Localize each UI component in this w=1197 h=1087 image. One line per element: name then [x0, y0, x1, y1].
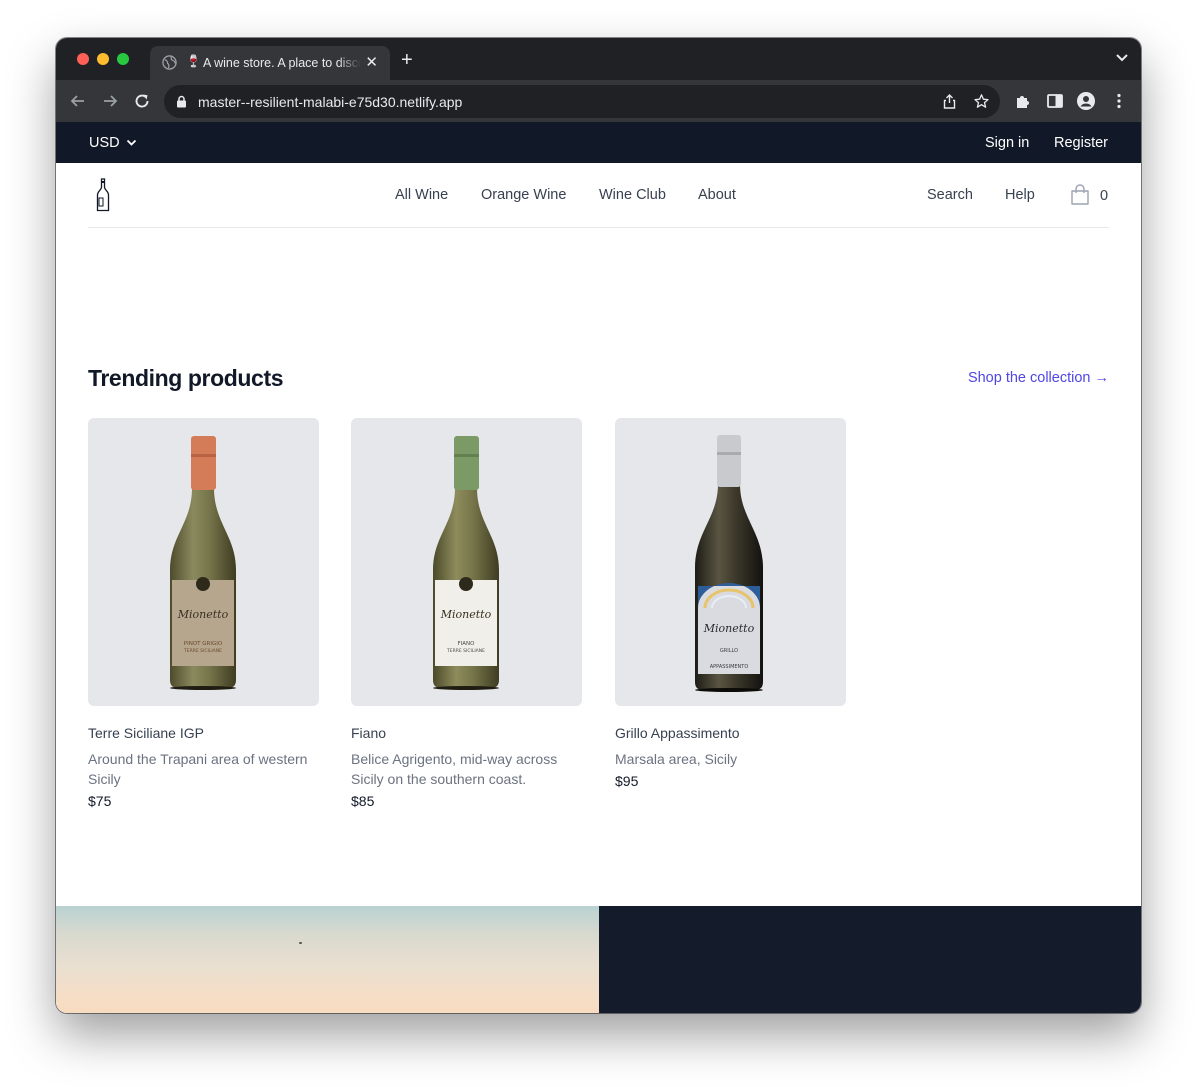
tab-search-chevron-down-icon[interactable] — [1115, 53, 1129, 63]
bottle-label-subtext: TERRE SICILIANE — [446, 648, 485, 654]
product-image[interactable]: Mionetto PINOT GRIGIO TERRE SICILIANE — [88, 418, 319, 706]
tab-strip: 🍷 A wine store. A place to discover ✕ + — [56, 38, 1141, 80]
browser-toolbar: master--resilient-malabi-e75d30.netlify.… — [56, 80, 1141, 122]
maximize-window-button[interactable] — [117, 53, 129, 65]
share-icon[interactable] — [941, 93, 958, 110]
product-description: Marsala area, Sicily — [615, 751, 738, 767]
beach-banner-image — [56, 906, 599, 1013]
product-card[interactable]: Mionetto PINOT GRIGIO TERRE SICILIANE Te… — [88, 418, 319, 809]
browser-tab[interactable]: 🍷 A wine store. A place to discover ✕ — [150, 46, 390, 80]
product-image[interactable]: Mionetto FIANO TERRE SICILIANE — [351, 418, 582, 706]
product-name[interactable]: Terre Siciliane IGP — [88, 725, 319, 741]
product-card[interactable]: Mionetto FIANO TERRE SICILIANE Fiano Bel… — [351, 418, 582, 809]
trending-title: Trending products — [88, 365, 284, 391]
shop-collection-link[interactable]: Shop the collection → — [968, 370, 1109, 386]
site-topbar: USD Sign in Register — [56, 122, 1141, 163]
lock-icon[interactable] — [176, 95, 187, 108]
dark-banner-panel — [599, 906, 1141, 1013]
tab-title: A wine store. A place to discover — [203, 56, 361, 70]
reload-icon[interactable] — [132, 91, 152, 111]
product-image[interactable]: Mionetto GRILLO APPASSIMENTO — [615, 418, 846, 706]
bottle-label-text: PINOT GRIGIO — [184, 641, 223, 647]
globe-icon — [162, 55, 177, 70]
browser-window: 🍷 A wine store. A place to discover ✕ + … — [56, 38, 1141, 1013]
svg-text:Mionetto: Mionetto — [440, 608, 492, 621]
sign-in-link[interactable]: Sign in — [985, 135, 1029, 151]
product-name[interactable]: Grillo Appassimento — [615, 725, 846, 741]
product-description: Around the Trapani area of western Sicil… — [88, 751, 308, 787]
sidepanel-icon[interactable] — [1046, 92, 1064, 110]
nav-wine-club[interactable]: Wine Club — [599, 187, 666, 203]
svg-text:Mionetto: Mionetto — [703, 622, 755, 635]
currency-label: USD — [89, 135, 120, 151]
product-name[interactable]: Fiano — [351, 725, 582, 741]
shopping-bag-icon[interactable] — [1070, 184, 1090, 206]
url-text: master--resilient-malabi-e75d30.netlify.… — [198, 94, 463, 110]
product-price: $85 — [351, 793, 375, 809]
svg-text:Mionetto: Mionetto — [177, 608, 229, 621]
nav-orange-wine[interactable]: Orange Wine — [481, 187, 566, 203]
currency-selector[interactable]: USD — [89, 135, 137, 151]
wine-favicon-icon: 🍷 — [186, 54, 201, 68]
nav-all-wine[interactable]: All Wine — [395, 187, 448, 203]
help-link[interactable]: Help — [1005, 187, 1035, 203]
wine-bottle-image: Mionetto FIANO TERRE SICILIANE — [433, 436, 499, 690]
close-tab-icon[interactable]: ✕ — [365, 53, 378, 71]
product-description: Belice Agrigento, mid-way across Sicily … — [351, 751, 558, 787]
profile-icon[interactable] — [1077, 92, 1095, 110]
bottle-label-text: FIANO — [458, 641, 476, 647]
bottle-label-subtext: APPASSIMENTO — [710, 664, 749, 670]
web-page: USD Sign in Register All Wine Orange Win… — [56, 122, 1141, 1013]
bottle-label-subtext: TERRE SICILIANE — [183, 648, 222, 654]
forward-icon[interactable] — [100, 91, 120, 111]
register-link[interactable]: Register — [1054, 135, 1108, 151]
product-price: $75 — [88, 793, 112, 809]
minimize-window-button[interactable] — [97, 53, 109, 65]
new-tab-plus-icon[interactable]: + — [401, 50, 413, 70]
wine-bottle-logo-icon[interactable] — [96, 178, 110, 212]
search-link[interactable]: Search — [927, 187, 973, 203]
bird-speck — [299, 942, 302, 944]
address-bar[interactable]: master--resilient-malabi-e75d30.netlify.… — [164, 85, 1000, 118]
nav-about[interactable]: About — [698, 187, 736, 203]
product-card[interactable]: Mionetto GRILLO APPASSIMENTO Grillo Appa… — [615, 418, 846, 789]
chevron-down-icon — [126, 139, 136, 146]
wine-bottle-image: Mionetto PINOT GRIGIO TERRE SICILIANE — [170, 436, 236, 690]
menu-icon[interactable] — [1110, 92, 1128, 110]
back-icon[interactable] — [68, 91, 88, 111]
bottle-label-text: GRILLO — [720, 648, 738, 654]
close-window-button[interactable] — [77, 53, 89, 65]
site-header: All Wine Orange Wine Wine Club About Sea… — [88, 163, 1109, 228]
star-icon[interactable] — [973, 93, 990, 110]
product-price: $95 — [615, 773, 639, 789]
extensions-icon[interactable] — [1014, 92, 1032, 110]
wine-bottle-image: Mionetto GRILLO APPASSIMENTO — [695, 435, 763, 692]
cart-count[interactable]: 0 — [1100, 188, 1108, 204]
